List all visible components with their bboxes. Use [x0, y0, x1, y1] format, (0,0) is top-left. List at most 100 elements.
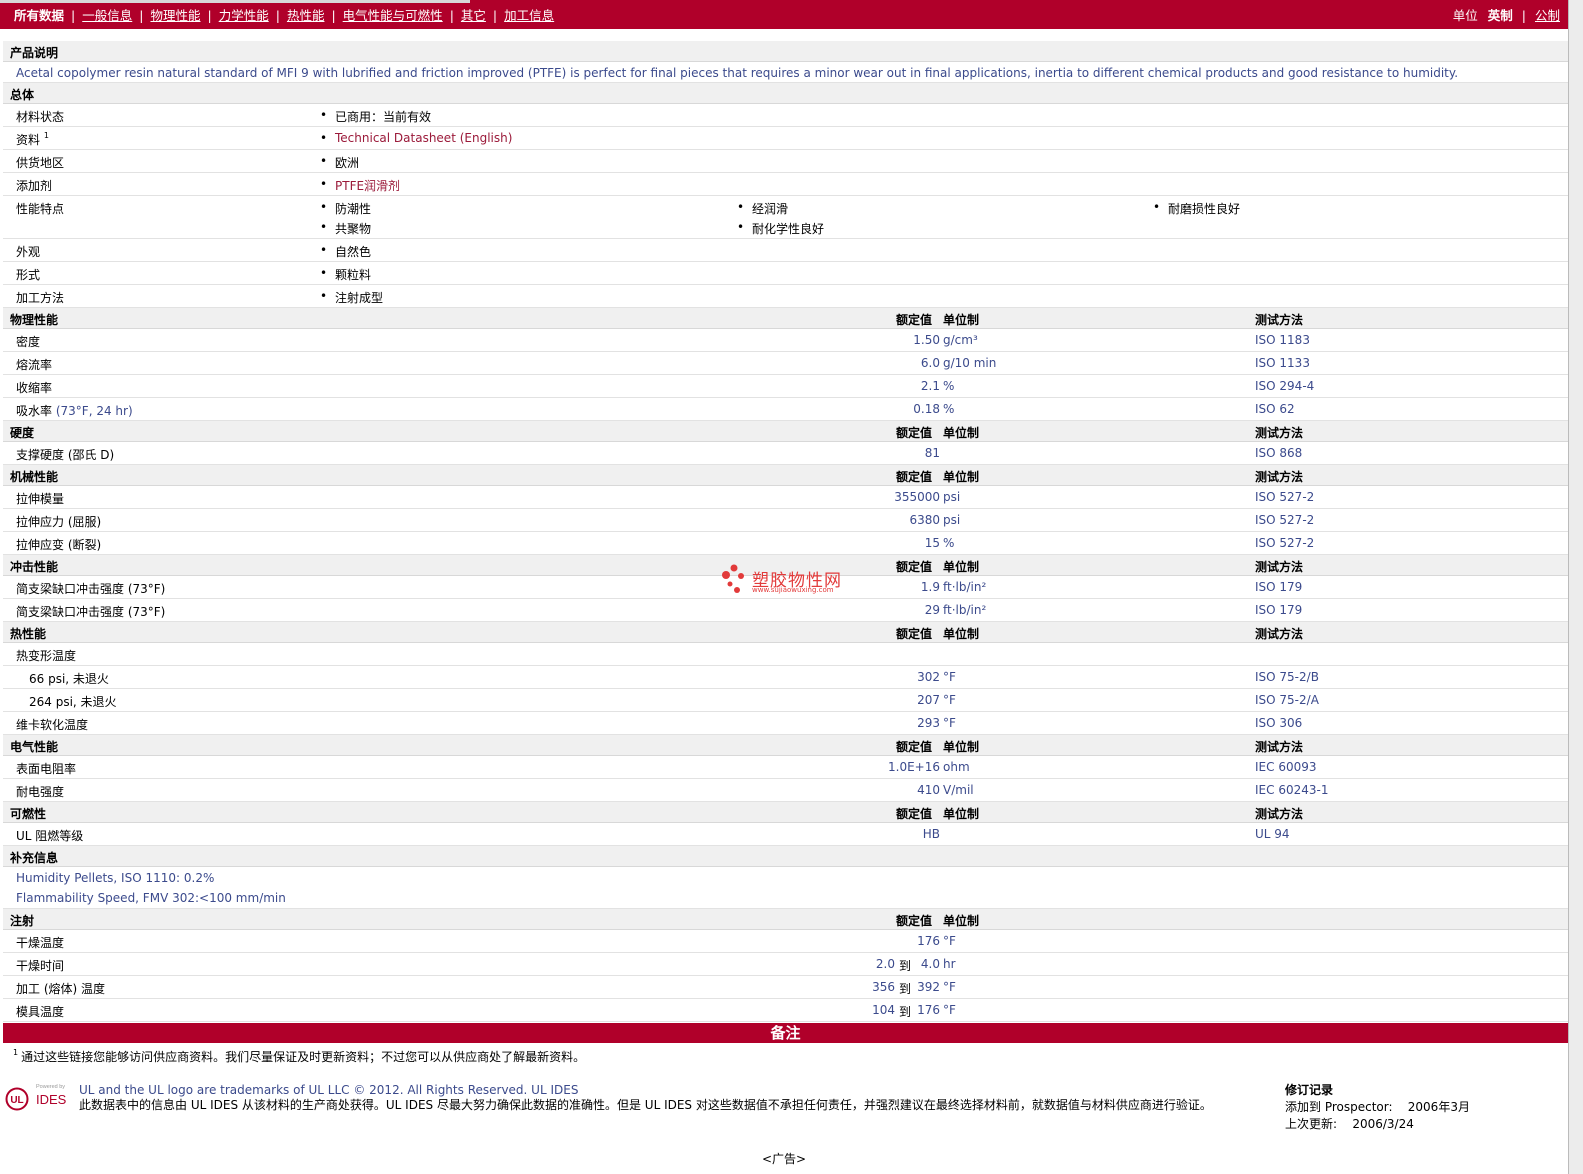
processing-unit: °F: [943, 1003, 956, 1017]
general-value[interactable]: PTFE润滑剂: [320, 177, 400, 194]
general-label-text: 资料: [16, 133, 41, 147]
property-row: 支撑硬度 (邵氏 D) 81 ISO 868: [3, 442, 1568, 465]
property-label: UL 阻燃等级: [16, 827, 83, 844]
property-row: 拉伸应力 (屈服) 6380 psi ISO 527-2: [3, 509, 1568, 532]
section-header: 热性能 额定值 单位制 测试方法: [3, 622, 1568, 643]
window-scrollbar[interactable]: [1568, 0, 1583, 1174]
general-label-text: 形式: [16, 268, 41, 282]
nav-tab-1[interactable]: 一般信息: [82, 8, 132, 23]
test-method: ISO 62: [1255, 402, 1295, 416]
section-title: 机械性能: [10, 470, 59, 484]
property-value: 81: [924, 446, 940, 460]
general-value: 注射成型: [320, 289, 383, 306]
general-value[interactable]: Technical Datasheet (English): [320, 131, 512, 145]
general-row: 资料 1 Technical Datasheet (English): [3, 127, 1568, 150]
test-method: ISO 1133: [1255, 356, 1310, 370]
section-header: 注射 额定值 单位制: [3, 909, 1568, 930]
property-value: HB: [922, 827, 940, 841]
general-row: 供货地区 欧洲: [3, 150, 1568, 173]
revision-history: 修订记录 添加到 Prospector: 2006年3月 上次更新: 2006/…: [1285, 1082, 1470, 1133]
property-row: 密度 1.50 g/cm³ ISO 1183: [3, 329, 1568, 352]
processing-label: 模具温度: [16, 1005, 65, 1019]
property-name: 耐电强度: [16, 785, 65, 799]
col-header-nominal: 额定值: [896, 426, 933, 440]
property-value: 1.0E+16: [888, 760, 940, 774]
nav-tab-3[interactable]: 力学性能: [219, 8, 269, 23]
nav-tab-6[interactable]: 其它: [461, 8, 486, 23]
footnote: 1 通过这些链接您能够访问供应商资料。我们尽量保证及时更新资料；不过您可以从供应商…: [13, 1048, 585, 1065]
test-method: IEC 60243-1: [1255, 783, 1329, 797]
revision-added-value: 2006年3月: [1407, 1100, 1470, 1114]
property-unit: %: [943, 536, 955, 550]
general-label-text: 添加剂: [16, 179, 53, 193]
nav-tab-0[interactable]: 所有数据: [14, 8, 64, 24]
col-header-unit: 单位制: [943, 313, 980, 327]
logo-ul-text: UL: [10, 1095, 23, 1106]
tab-strip: [0, 0, 470, 3]
watermark-dots-icon: [722, 564, 744, 593]
test-method: ISO 1183: [1255, 333, 1310, 347]
col-header-unit: 单位制: [943, 426, 980, 440]
test-method: UL 94: [1255, 827, 1290, 841]
property-label: 拉伸模量: [16, 490, 64, 507]
general-row: 形式 颗粒料: [3, 262, 1568, 285]
property-name: 拉伸应力 (屈服): [16, 515, 102, 529]
col-header-nominal: 额定值: [896, 807, 933, 821]
section-title: 硬度: [10, 426, 35, 440]
section-title: 热性能: [10, 627, 47, 641]
general-label-text: 性能特点: [16, 202, 65, 216]
range-high: 392: [917, 980, 940, 994]
general-value: 自然色: [320, 243, 371, 260]
property-label: 密度: [16, 333, 40, 350]
col-header-test: 测试方法: [1255, 560, 1304, 574]
section-header: 物理性能 额定值 单位制 测试方法: [3, 308, 1568, 329]
col-header-unit: 单位制: [943, 560, 980, 574]
section-title: 总体: [10, 88, 35, 102]
property-label: 264 psi, 未退火: [29, 693, 117, 710]
col-header-test: 测试方法: [1255, 740, 1304, 754]
processing-unit: °F: [943, 980, 956, 994]
nav-tab-2[interactable]: 物理性能: [150, 8, 200, 23]
property-label: 简支梁缺口冲击强度 (73°F): [16, 580, 165, 597]
col-header-test: 测试方法: [1255, 470, 1304, 484]
nav-separator: |: [492, 8, 498, 23]
nav-separator: |: [275, 8, 280, 23]
col-header-test: 测试方法: [1255, 426, 1304, 440]
nav-tab-4[interactable]: 热性能: [287, 8, 325, 23]
nav-tab-7[interactable]: 加工信息: [504, 8, 554, 23]
property-row: 拉伸应变 (断裂) 15% ISO 527-2: [3, 532, 1568, 555]
revision-updated-label: 上次更新:: [1285, 1117, 1338, 1131]
general-label: 材料状态: [16, 108, 64, 125]
property-condition: (73°F, 24 hr): [55, 404, 133, 418]
units-metric-link[interactable]: 公制: [1535, 8, 1560, 23]
general-value: 颗粒料: [320, 266, 371, 283]
range-to: 到: [899, 959, 912, 973]
property-name: UL 阻燃等级: [16, 829, 84, 843]
nav-tab-5[interactable]: 电气性能与可燃性: [343, 8, 443, 23]
range-low: 356: [872, 980, 895, 994]
section-title: 冲击性能: [10, 560, 59, 574]
property-label: 耐电强度: [16, 783, 64, 800]
property-value: 6380: [909, 513, 940, 527]
supplement-line: Flammability Speed, FMV 302:<100 mm/min: [16, 891, 286, 905]
product-description: Acetal copolymer resin natural standard …: [16, 66, 1459, 80]
col-header-unit: 单位制: [943, 470, 980, 484]
property-unit: °F: [943, 670, 956, 684]
col-header-test: 测试方法: [1255, 627, 1304, 641]
remarks-header: 备注: [3, 1023, 1568, 1043]
property-group-label: 热变形温度: [16, 649, 77, 663]
property-name: 264 psi, 未退火: [29, 695, 117, 709]
col-header-nominal: 额定值: [896, 740, 933, 754]
ul-ides-logo[interactable]: UL Powered by IDES: [5, 1082, 75, 1114]
nav-separator: |: [139, 8, 144, 23]
test-method: IEC 60093: [1255, 760, 1317, 774]
col-header-nominal: 额定值: [896, 627, 933, 641]
processing-label: 干燥时间: [16, 959, 65, 973]
property-row: 66 psi, 未退火 302 °F ISO 75-2/B: [3, 666, 1568, 689]
property-value: 1.50: [913, 333, 940, 347]
col-header-nominal: 额定值: [896, 914, 933, 928]
site-watermark: 塑胶物性网 www.sujiaowuxing.com: [720, 562, 860, 598]
property-name: 密度: [16, 335, 41, 349]
general-value: 防潮性: [320, 200, 371, 217]
col-header-test: 测试方法: [1255, 807, 1304, 821]
